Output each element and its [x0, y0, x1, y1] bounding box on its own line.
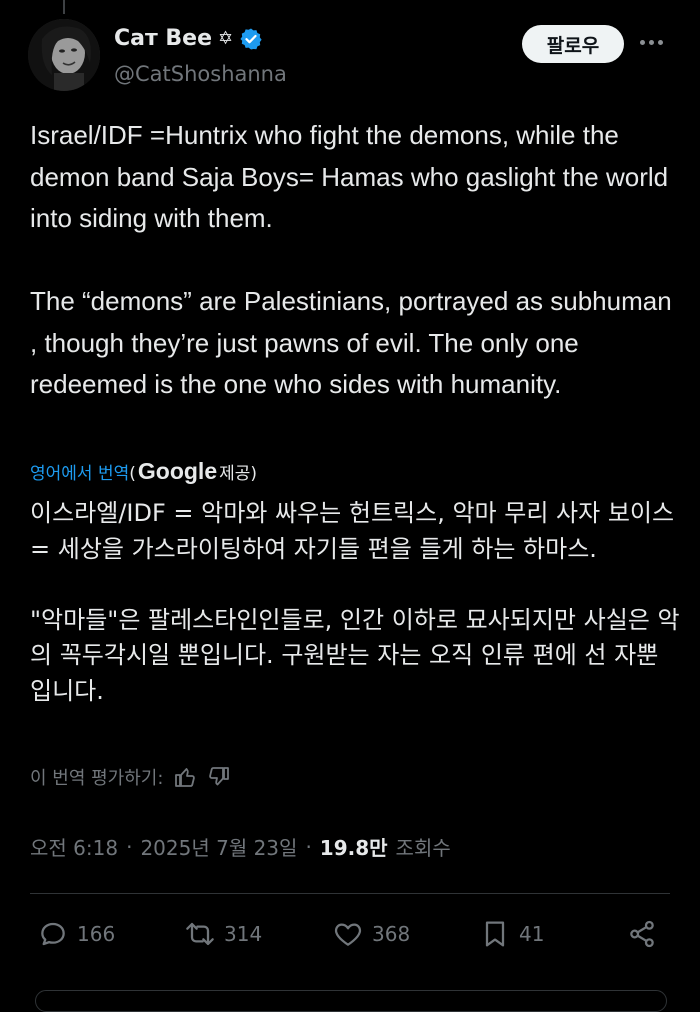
- reply-count: 166: [77, 922, 116, 946]
- rate-translation-label: 이 번역 평가하기:: [30, 768, 164, 789]
- bookmark-icon: [485, 921, 505, 947]
- tweet-text: Israel/IDF =Huntrix who fight the demons…: [30, 120, 672, 399]
- action-bar: 166 314 368 41: [37, 918, 667, 958]
- bookmark-count: 41: [519, 922, 545, 946]
- translated-text: 이스라엘/IDF = 악마와 싸우는 헌트릭스, 악마 무리 사자 보이스 = …: [30, 499, 680, 705]
- translated-from-link[interactable]: 영어에서 번역: [30, 459, 129, 484]
- bookmark-button[interactable]: 41: [479, 918, 544, 950]
- tweet-date[interactable]: 2025년 7월 23일: [140, 832, 297, 861]
- view-count: 19.8만: [319, 836, 388, 860]
- reply-composer-edge[interactable]: [35, 990, 667, 1012]
- star-of-david-icon: ✡: [218, 28, 234, 49]
- like-button[interactable]: 368: [332, 918, 410, 950]
- thumbs-up-icon[interactable]: [173, 765, 197, 789]
- verified-badge-icon: [239, 27, 263, 51]
- retweet-count: 314: [224, 922, 263, 946]
- author-handle[interactable]: @CatShoshanna: [114, 62, 287, 86]
- avatar[interactable]: [28, 19, 100, 91]
- author-name-row[interactable]: Cат Bee ✡: [114, 26, 263, 51]
- reply-icon: [41, 922, 65, 946]
- reply-button[interactable]: 166: [37, 918, 115, 950]
- share-icon: [630, 920, 654, 948]
- thumbs-down-icon[interactable]: [207, 765, 231, 789]
- heart-icon: [334, 923, 362, 946]
- retweet-button[interactable]: 314: [184, 918, 262, 950]
- google-logo-text: Google: [137, 458, 218, 484]
- tweet-time[interactable]: 오전 6:18: [30, 832, 118, 861]
- share-button[interactable]: [626, 918, 658, 950]
- more-options-icon[interactable]: [640, 32, 670, 52]
- open-paren: (: [129, 464, 136, 484]
- retweet-icon: [186, 922, 214, 946]
- divider: [30, 893, 670, 894]
- meta-separator: ·: [126, 834, 133, 859]
- thread-line: [63, 0, 65, 14]
- tweet-meta: 오전 6:18 · 2025년 7월 23일 · 19.8만 조회수: [30, 832, 451, 861]
- follow-button[interactable]: 팔로우: [522, 25, 624, 63]
- like-count: 368: [372, 922, 411, 946]
- meta-separator: ·: [305, 834, 312, 859]
- translation-attribution: 영어에서 번역 ( Google 제공): [30, 458, 257, 485]
- display-name[interactable]: Cат Bee: [114, 26, 212, 51]
- provided-by-label: 제공): [219, 464, 258, 484]
- view-count-label: 조회수: [395, 836, 451, 860]
- rate-translation-row: 이 번역 평가하기:: [30, 764, 231, 790]
